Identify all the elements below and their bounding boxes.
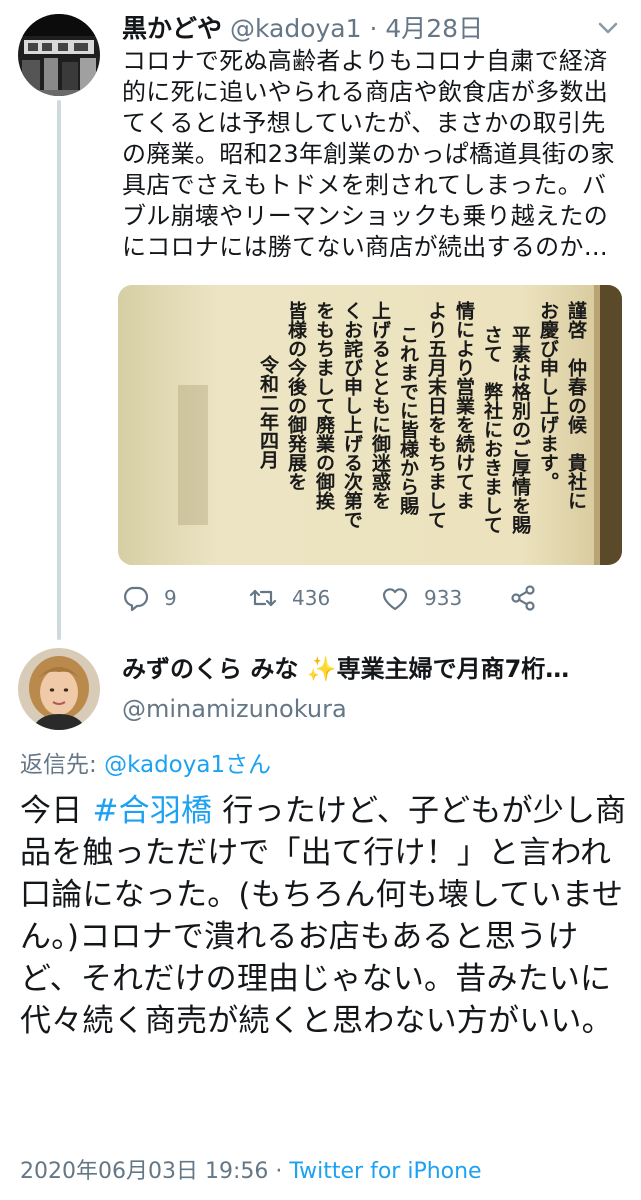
reply-meta-separator: ·: [268, 1159, 290, 1184]
closure-notice-letter-image: 謹啓 仲春の候 貴社に お慶び申し上げます。 平素は格別のご厚情を賜 さて 弊社…: [118, 285, 622, 565]
replying-to-label: 返信先:: [20, 752, 105, 778]
like-icon: [382, 588, 408, 611]
reply-icon: [124, 586, 149, 612]
reply-count: 9: [164, 586, 177, 610]
letter-column-1: 謹啓 仲春の候 貴社に: [565, 300, 588, 510]
reply-display-name: みずのくら みな: [122, 655, 299, 683]
letter-column-10: をもちまして廃業の御挨: [313, 301, 336, 510]
share-icon: [511, 585, 535, 611]
letter-column-5: 情により営業を続けてま: [453, 300, 476, 510]
letter-column-11: 皆様の今後の御発展を: [285, 301, 308, 491]
letter-column-12: 令和二年四月: [257, 354, 280, 470]
reply-avatar[interactable]: [18, 648, 100, 730]
storefront-avatar-image: [18, 14, 100, 96]
sparkle-icon: ✨: [306, 655, 337, 683]
reply-tweet-text: 今日 #合羽橋 行ったけど、子どもが少し商品を触っただけで「出て行け！」と言われ…: [20, 790, 630, 1042]
parent-tweet-header: 黒かどや @kadoya1 · 4月28日: [122, 12, 483, 46]
hashtag-link[interactable]: #合羽橋: [92, 793, 212, 829]
reply-text-after: 行ったけど、子どもが少し商品を触っただけで「出て行け！」と言われ口論になった。(…: [20, 793, 627, 1039]
letter-column-3: 平素は格別のご厚情を賜: [509, 325, 531, 535]
reply-text-before: 今日: [20, 793, 93, 829]
parent-handle[interactable]: @kadoya1: [230, 14, 362, 43]
tweet-photo[interactable]: 謹啓 仲春の候 貴社に お慶び申し上げます。 平素は格別のご厚情を賜 さて 弊社…: [118, 285, 622, 565]
letter-column-7: これまでに皆様から賜: [397, 325, 419, 516]
letter-column-4: さて 弊社におきまして: [481, 325, 504, 534]
letter-column-6: より五月末日をもちまして: [425, 301, 448, 529]
letter-column-8: 上げるとともに御迷惑を: [369, 301, 392, 510]
parent-avatar[interactable]: [18, 14, 100, 96]
thread-connector-line: [57, 100, 61, 640]
parent-tweet-text: コロナで死ぬ高齢者よりもコロナ自粛で経済的に死に追いやられる商店や飲食店が多数出…: [122, 47, 615, 261]
reply-timestamp: 2020年06月03日 19:56: [20, 1159, 269, 1184]
profile-photo-avatar-image: [18, 648, 100, 730]
chevron-down-icon[interactable]: [594, 14, 622, 42]
client-link[interactable]: Twitter for iPhone: [289, 1159, 481, 1184]
like-action[interactable]: 933: [380, 580, 462, 616]
reply-name-line[interactable]: みずのくら みな ✨専業主婦で月商7桁…: [122, 652, 569, 686]
replying-to-link[interactable]: @kadoya1さん: [104, 752, 271, 778]
reply-handle[interactable]: @minamizunokura: [122, 692, 347, 726]
reply-name-suffix: 専業主婦で月商7桁…: [336, 655, 570, 683]
retweet-count: 436: [292, 586, 331, 610]
letter-column-2: お慶び申し上げます。: [537, 301, 560, 491]
parent-display-name[interactable]: 黒かどや: [122, 14, 222, 43]
retweet-action[interactable]: 436: [248, 580, 330, 616]
letter-column-9: くお詫び申し上げる次第で: [341, 301, 363, 529]
share-action[interactable]: [508, 580, 552, 616]
reply-meta-line: 2020年06月03日 19:56 · Twitter for iPhone: [20, 1157, 482, 1187]
parent-date[interactable]: 4月28日: [385, 14, 483, 43]
like-count: 933: [424, 586, 463, 610]
retweet-icon: [249, 589, 277, 607]
parent-header-separator: ·: [361, 14, 386, 43]
reply-action[interactable]: 9: [120, 580, 177, 616]
replying-to-line: 返信先: @kadoya1さん: [20, 748, 271, 782]
